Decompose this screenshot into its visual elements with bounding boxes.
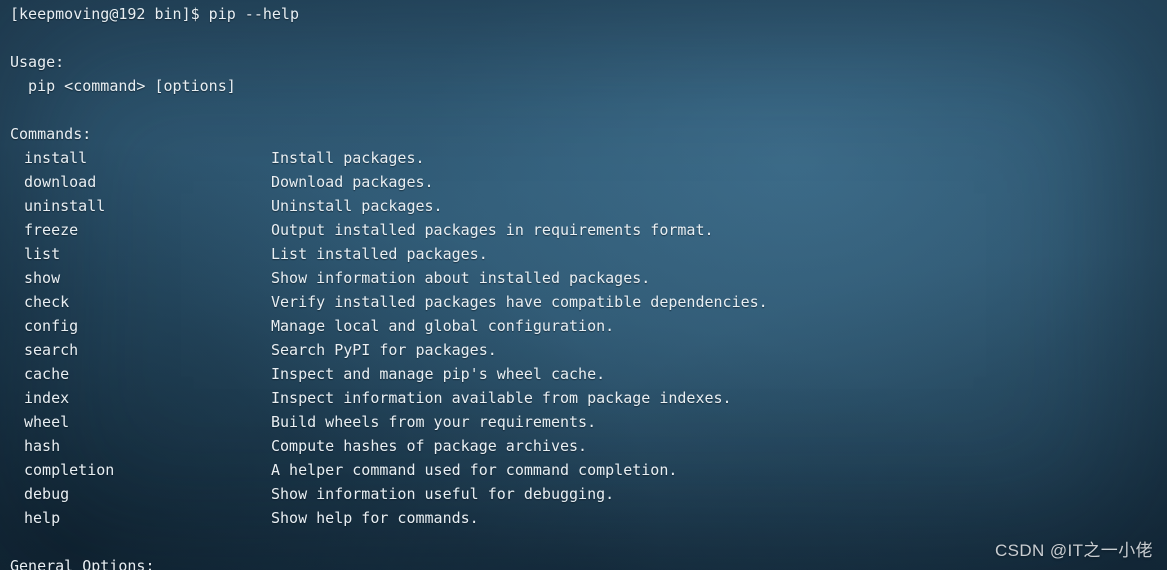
command-description: Inspect and manage pip's wheel cache. [271,365,606,383]
command-description: Compute hashes of package archives. [271,437,588,455]
command-name: download [24,173,97,191]
general-options-heading: General Options: [10,557,155,570]
terminal-window[interactable]: [keepmoving@192 bin]$ pip --help Usage: … [0,0,1167,570]
usage-command-line: pip <command> [options] [10,77,236,95]
command-row: search Search PyPI for packages. [10,338,1167,362]
command-name: completion [24,461,115,479]
command-row: uninstall Uninstall packages. [10,194,1167,218]
command-row: cache Inspect and manage pip's wheel cach… [10,362,1167,386]
command-row: list List installed packages. [10,242,1167,266]
command-description: Show information about installed package… [271,269,651,287]
csdn-watermark: CSDN @IT之一小佬 [994,541,1153,560]
command-name: hash [24,437,61,455]
command-description: Download packages. [271,173,434,191]
command-row: debug Show information useful for debuggi… [10,482,1167,506]
command-name: list [24,245,61,263]
command-row: install Install packages. [10,146,1167,170]
command-name: debug [24,485,70,503]
command-description: Manage local and global configuration. [271,317,615,335]
command-name: install [24,149,88,167]
command-description: Build wheels from your requirements. [271,413,597,431]
command-row: config Manage local and global configurat… [10,314,1167,338]
command-row: show Show information about installed pac… [10,266,1167,290]
command-name: uninstall [24,197,106,215]
command-row: check Verify installed packages have comp… [10,290,1167,314]
command-row: help Show help for commands. [10,506,1167,530]
command-row: wheel Build wheels from your requirements… [10,410,1167,434]
command-name: cache [24,365,70,383]
command-row: freeze Output installed packages in requi… [10,218,1167,242]
command-row: hash Compute hashes of package archives. [10,434,1167,458]
command-row: completion A helper command used for comm… [10,458,1167,482]
command-description: Uninstall packages. [271,197,443,215]
command-description: Show help for commands. [271,509,479,527]
command-name: wheel [24,413,70,431]
command-name: show [24,269,61,287]
command-row: download Download packages. [10,170,1167,194]
command-name: index [24,389,70,407]
command-description: Install packages. [271,149,425,167]
command-name: config [24,317,79,335]
command-row: index Inspect information available from … [10,386,1167,410]
command-name: check [24,293,70,311]
commands-heading: Commands: [10,125,92,143]
command-description: Output installed packages in requirement… [271,221,714,239]
command-description: A helper command used for command comple… [271,461,678,479]
command-name: search [24,341,79,359]
terminal-output[interactable]: [keepmoving@192 bin]$ pip --help Usage: … [0,0,1167,570]
prompt-line: [keepmoving@192 bin]$ pip --help [10,5,299,23]
command-name: help [24,509,61,527]
command-description: Search PyPI for packages. [271,341,497,359]
command-list: install Install packages. download Download… [10,146,1167,530]
usage-heading: Usage: [10,53,65,71]
command-description: Show information useful for debugging. [271,485,615,503]
command-description: Verify installed packages have compatibl… [271,293,768,311]
command-description: Inspect information available from packa… [271,389,732,407]
command-description: List installed packages. [271,245,488,263]
command-name: freeze [24,221,79,239]
